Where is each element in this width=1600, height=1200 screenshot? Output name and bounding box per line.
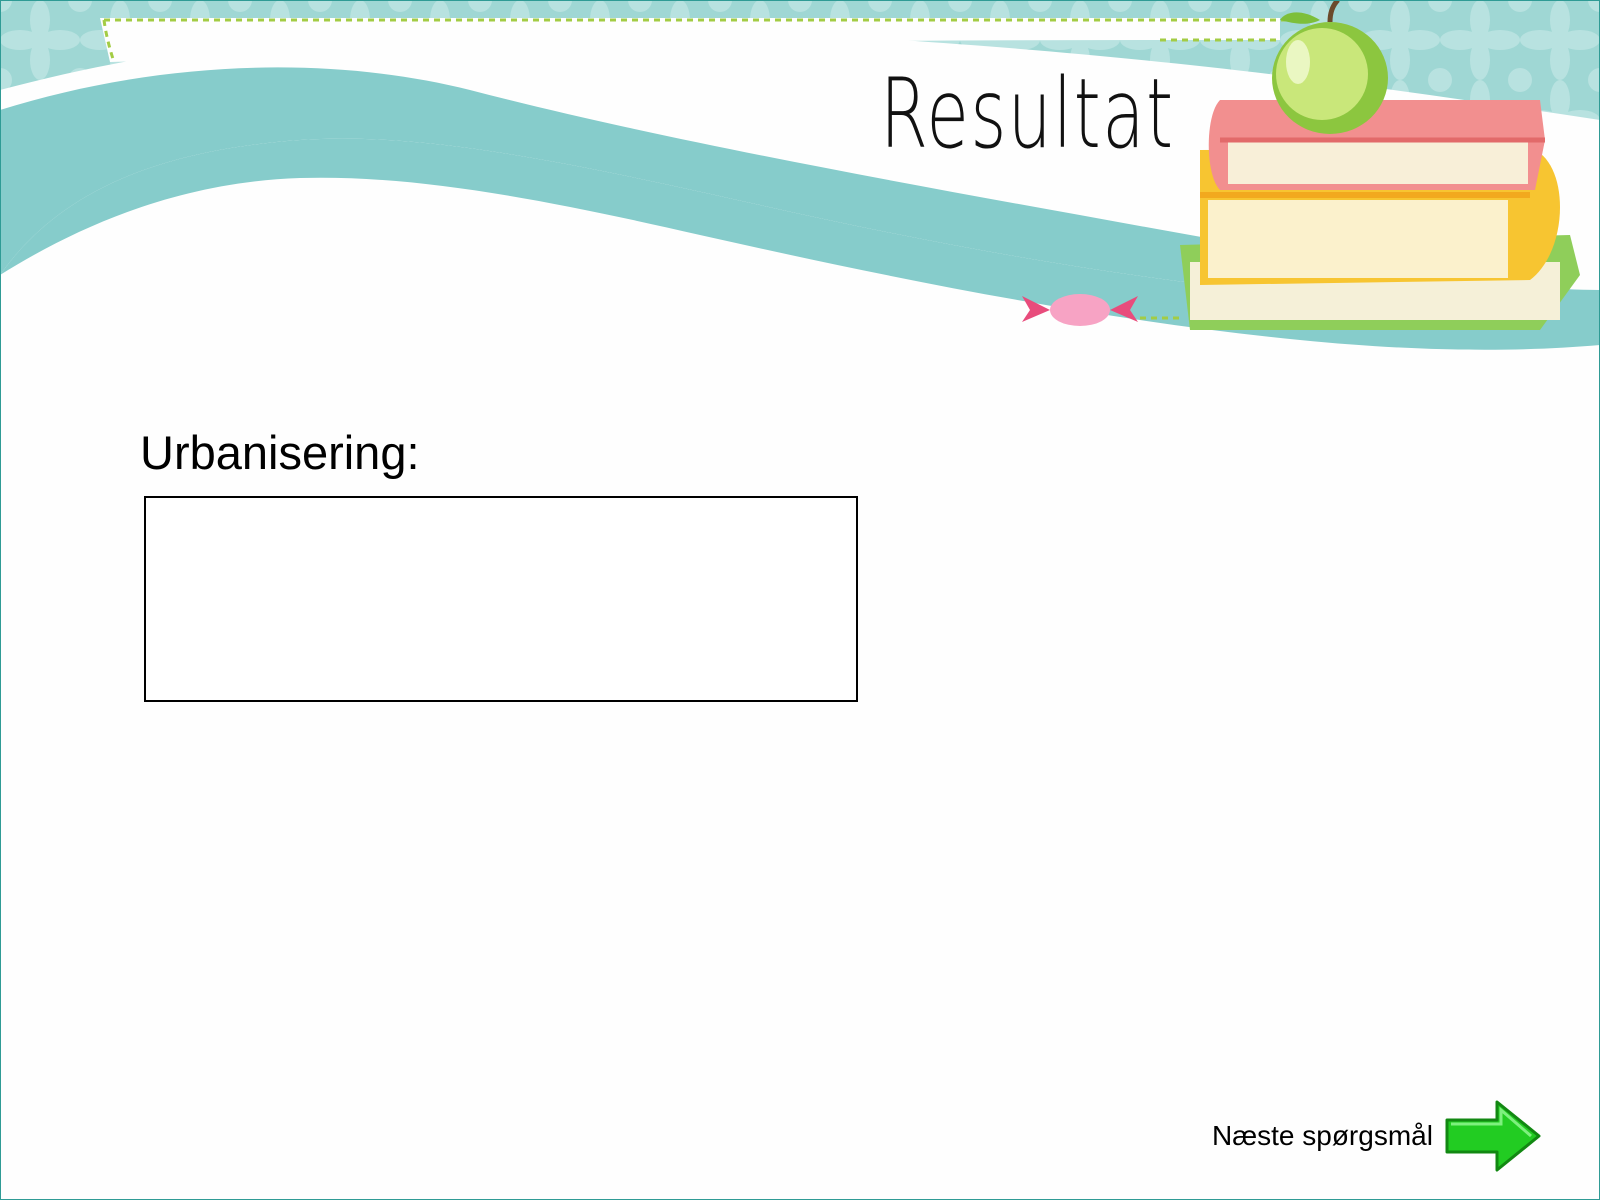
green-arrow-right-icon[interactable] (1443, 1098, 1543, 1174)
page-title: Resultat (880, 58, 1175, 170)
next-question-button[interactable]: Næste spørgsmål (1212, 1098, 1543, 1174)
next-question-label: Næste spørgsmål (1212, 1120, 1433, 1151)
question-label: Urbanisering: (140, 426, 420, 479)
answer-field[interactable] (144, 496, 858, 702)
slide: Resultat Urbanisering: Næste spørgsmål (0, 0, 1600, 1200)
